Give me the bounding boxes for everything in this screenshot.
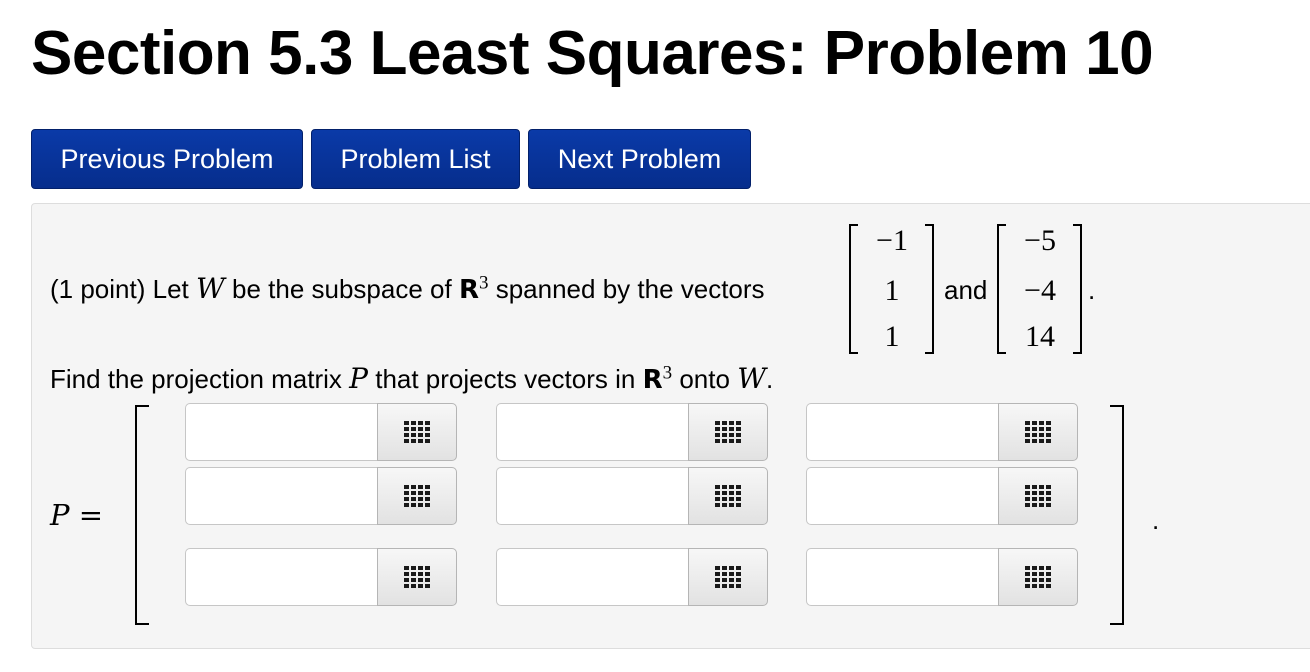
vector-1-entry: −1 [876, 224, 908, 257]
grid-icon [404, 421, 430, 443]
real-space-symbol: R [458, 275, 479, 305]
sentence-period: . [1088, 275, 1096, 305]
matrix-entry-input[interactable] [496, 467, 688, 525]
matrix-cell [806, 403, 1078, 461]
matrix-entry-input[interactable] [185, 548, 377, 606]
right-bracket [1073, 224, 1082, 354]
grid-icon [715, 421, 741, 443]
grid-icon [715, 485, 741, 507]
grid-icon [404, 485, 430, 507]
equation-editor-button[interactable] [377, 467, 457, 525]
left-bracket [997, 224, 1006, 354]
subspace-text: be the subspace of [232, 274, 452, 304]
equation-editor-button[interactable] [688, 548, 768, 606]
matrix-cell [496, 548, 768, 606]
spanned-text: spanned by the vectors [495, 274, 765, 304]
matrix-cell [806, 467, 1078, 525]
exponent: 3 [662, 362, 673, 384]
equation-editor-button[interactable] [688, 403, 768, 461]
vector-2: −5 −4 14 [997, 224, 1082, 354]
exponent: 3 [478, 272, 489, 294]
real-space-symbol: R [642, 365, 663, 395]
matrix-cell [185, 467, 457, 525]
find-text-2: that projects vectors in [375, 364, 636, 394]
equation-editor-button[interactable] [998, 403, 1078, 461]
equation-editor-button[interactable] [688, 467, 768, 525]
problem-statement: (1 point) Let W be the subspace of R3 sp… [50, 272, 765, 305]
vector-2-entry: 14 [1025, 320, 1055, 353]
onto-text: onto [679, 364, 730, 394]
points-label: (1 point) Let [50, 274, 189, 304]
matrix-period: . [1152, 505, 1160, 535]
matrix-cell [185, 548, 457, 606]
vector-1: −1 1 1 [849, 224, 934, 354]
matrix-cell [496, 403, 768, 461]
var-w: W [737, 362, 766, 395]
left-bracket [849, 224, 858, 354]
previous-problem-button[interactable]: Previous Problem [31, 129, 303, 189]
grid-icon [1025, 421, 1051, 443]
matrix-entry-input[interactable] [496, 548, 688, 606]
grid-icon [1025, 485, 1051, 507]
answer-label: P = [50, 498, 104, 532]
grid-icon [404, 566, 430, 588]
problem-list-button[interactable]: Problem List [311, 129, 520, 189]
find-statement: Find the projection matrix P that projec… [50, 362, 773, 395]
matrix-entry-input[interactable] [806, 403, 998, 461]
right-bracket [925, 224, 934, 354]
find-text: Find the projection matrix [50, 364, 342, 394]
vector-2-entry: −4 [1024, 274, 1056, 307]
matrix-entry-input[interactable] [806, 548, 998, 606]
vector-2-entry: −5 [1024, 224, 1056, 257]
var-w: W [195, 272, 225, 305]
matrix-entry-input[interactable] [496, 403, 688, 461]
matrix-entry-input[interactable] [806, 467, 998, 525]
sentence-period: . [765, 364, 774, 394]
grid-icon [1025, 566, 1051, 588]
vector-1-entry: 1 [884, 320, 900, 353]
equation-editor-button[interactable] [377, 403, 457, 461]
next-problem-button[interactable]: Next Problem [528, 129, 751, 189]
matrix-cell [806, 548, 1078, 606]
matrix-cell [185, 403, 457, 461]
page-title: Section 5.3 Least Squares: Problem 10 [31, 19, 1154, 88]
var-p: P [349, 362, 368, 395]
matrix-left-bracket [135, 405, 149, 625]
vector-1-entry: 1 [884, 274, 900, 307]
equation-editor-button[interactable] [377, 548, 457, 606]
equation-editor-button[interactable] [998, 467, 1078, 525]
matrix-cell [496, 467, 768, 525]
matrix-entry-input[interactable] [185, 403, 377, 461]
matrix-right-bracket [1110, 405, 1124, 625]
equation-editor-button[interactable] [998, 548, 1078, 606]
matrix-entry-input[interactable] [185, 467, 377, 525]
grid-icon [715, 566, 741, 588]
and-text: and [944, 275, 988, 305]
